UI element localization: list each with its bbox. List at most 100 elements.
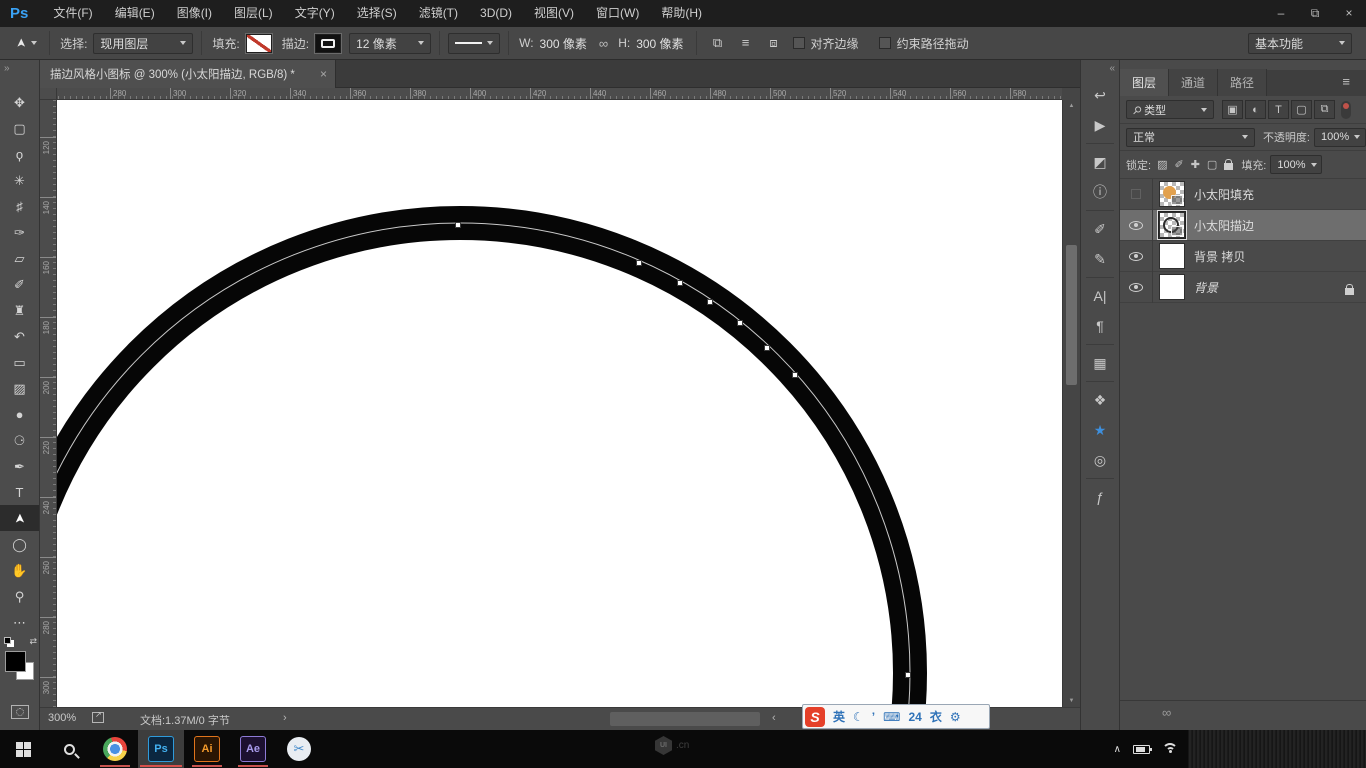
battery-icon[interactable] xyxy=(1133,745,1150,754)
layer-filter-type-dropdown[interactable]: ⚲类型 xyxy=(1126,100,1214,119)
panel-tab[interactable]: 路径 xyxy=(1218,69,1267,96)
layer-name[interactable]: 小太阳填充 xyxy=(1194,186,1254,203)
brush-tool[interactable]: ✐ xyxy=(0,271,39,297)
path-anchor[interactable] xyxy=(636,260,642,266)
blur-tool[interactable]: ● xyxy=(0,401,39,427)
healing-brush-tool[interactable]: ▱ xyxy=(0,245,39,271)
link-layers-icon[interactable]: ∞ xyxy=(1162,705,1171,720)
menu-item[interactable]: 选择(S) xyxy=(346,0,408,27)
menu-item[interactable]: 图像(I) xyxy=(166,0,223,27)
dodge-tool[interactable]: ⚆ xyxy=(0,427,39,453)
ellipse-tool[interactable]: ◯ xyxy=(0,531,39,557)
styles-icon[interactable]: ƒ xyxy=(1081,485,1119,509)
menu-item[interactable]: 窗口(W) xyxy=(585,0,650,27)
marquee-tool[interactable]: ▢ xyxy=(0,115,39,141)
select-mode-dropdown[interactable]: 现用图层 xyxy=(93,33,193,54)
eraser-tool[interactable]: ▭ xyxy=(0,349,39,375)
stroke-swatch[interactable] xyxy=(315,34,341,53)
behance-icon[interactable]: ◎ xyxy=(1081,448,1119,472)
path-anchor[interactable] xyxy=(455,222,461,228)
path-anchor[interactable] xyxy=(792,372,798,378)
lasso-tool[interactable]: ϙ xyxy=(0,141,39,167)
vertical-scroll-thumb[interactable] xyxy=(1066,245,1077,385)
3d-icon[interactable]: ◩ xyxy=(1081,150,1119,174)
paragraph-icon[interactable]: ¶ xyxy=(1081,314,1119,338)
menu-item[interactable]: 文字(Y) xyxy=(284,0,346,27)
stroke-style-dropdown[interactable] xyxy=(448,33,500,54)
ime-punctuation-icon[interactable]: ’ xyxy=(872,710,875,724)
history-icon[interactable]: ↩ xyxy=(1081,83,1119,107)
status-menu-arrow-icon[interactable]: › xyxy=(283,712,287,724)
share-icon[interactable]: ↗ xyxy=(92,712,104,723)
ime-english-mode[interactable]: 英 xyxy=(833,708,845,725)
lock-pixels-icon[interactable]: ✐ xyxy=(1174,158,1183,171)
menu-item[interactable]: 编辑(E) xyxy=(104,0,166,27)
sogou-logo-icon[interactable]: S xyxy=(805,707,825,727)
move-tool[interactable]: ✥ xyxy=(0,89,39,115)
layer-thumbnail[interactable] xyxy=(1159,212,1185,238)
eyedropper-tool[interactable]: ✑ xyxy=(0,219,39,245)
canvas[interactable] xyxy=(57,100,1062,707)
menu-item[interactable]: 滤镜(T) xyxy=(408,0,469,27)
fill-opacity-dropdown[interactable]: 100% xyxy=(1270,155,1322,174)
favorites-star-icon[interactable]: ★ xyxy=(1081,418,1119,442)
path-selection-tool[interactable]: ➤ xyxy=(0,505,39,531)
visibility-toggle[interactable] xyxy=(1120,272,1153,303)
constrain-path-checkbox[interactable]: 约束路径拖动 xyxy=(879,35,969,52)
ime-moon-icon[interactable]: ☾ xyxy=(853,710,864,724)
panel-tab[interactable]: 图层 xyxy=(1120,69,1169,96)
pen-tool[interactable]: ✒ xyxy=(0,453,39,479)
menu-item[interactable]: 图层(L) xyxy=(223,0,284,27)
hand-tool[interactable]: ✋ xyxy=(0,557,39,583)
ime-user-24-icon[interactable]: 24 xyxy=(908,710,921,724)
tool-presets-icon[interactable]: ✎ xyxy=(1081,247,1119,271)
panel-menu-icon[interactable]: ≡ xyxy=(1342,74,1350,93)
filter-type-layers-icon[interactable]: T xyxy=(1268,100,1289,119)
scroll-up-icon[interactable]: ▲ xyxy=(1063,103,1080,109)
start-button[interactable] xyxy=(0,730,46,768)
stroke-width-dropdown[interactable]: 12 像素 xyxy=(349,33,431,54)
lock-all-icon[interactable] xyxy=(1224,163,1233,170)
horizontal-scroll-thumb[interactable] xyxy=(610,712,760,726)
path-anchor[interactable] xyxy=(737,320,743,326)
layer-thumbnail[interactable] xyxy=(1159,274,1185,300)
height-value[interactable]: 300 像素 xyxy=(636,35,683,52)
glyphs-icon[interactable]: ▦ xyxy=(1081,351,1119,375)
close-button[interactable]: × xyxy=(1332,0,1366,27)
path-anchor[interactable] xyxy=(764,345,770,351)
current-tool-preview[interactable]: ➤ xyxy=(12,34,41,52)
close-tab-icon[interactable]: × xyxy=(320,67,327,81)
layer-row[interactable]: 背景 xyxy=(1120,272,1366,303)
document-tab[interactable]: 描边风格小图标 @ 300% (小太阳描边, RGB/8) * × xyxy=(40,60,336,88)
crop-tool[interactable]: ♯ xyxy=(0,193,39,219)
collapse-tools-icon[interactable]: » xyxy=(0,60,39,77)
ime-skin-icon[interactable]: 衣 xyxy=(930,708,942,725)
clone-stamp-tool[interactable]: ♜ xyxy=(0,297,39,323)
width-value[interactable]: 300 像素 xyxy=(540,35,587,52)
visibility-toggle[interactable] xyxy=(1120,179,1153,210)
visibility-toggle[interactable] xyxy=(1120,210,1153,241)
panel-tab[interactable]: 通道 xyxy=(1169,69,1218,96)
actions-icon[interactable]: ▶ xyxy=(1081,113,1119,137)
libraries-icon[interactable]: ❖ xyxy=(1081,388,1119,412)
layer-row[interactable]: 小太阳填充 xyxy=(1120,179,1366,210)
lock-position-icon[interactable]: ✚ xyxy=(1191,158,1200,171)
layer-thumbnail[interactable] xyxy=(1159,181,1185,207)
edit-toolbar-button[interactable]: ⋯ xyxy=(0,609,39,635)
filter-adjustment-layers-icon[interactable]: ◐ xyxy=(1245,100,1266,119)
info-icon[interactable]: ⓘ xyxy=(1081,180,1119,204)
layer-row[interactable]: 小太阳描边 xyxy=(1120,210,1366,241)
menu-item[interactable]: 文件(F) xyxy=(42,0,103,27)
path-alignment-button[interactable]: ≡ xyxy=(737,35,755,51)
path-anchor[interactable] xyxy=(905,672,911,678)
default-colors-icon[interactable] xyxy=(4,637,11,644)
collapse-dock-icon[interactable]: « xyxy=(1081,60,1119,77)
path-operations-button[interactable]: ⧉ xyxy=(709,35,727,51)
tray-chevron-icon[interactable]: ∧ xyxy=(1114,744,1121,755)
layer-row[interactable]: 背景 拷贝 xyxy=(1120,241,1366,272)
gradient-tool[interactable]: ▨ xyxy=(0,375,39,401)
character-icon[interactable]: A| xyxy=(1081,284,1119,308)
layer-name[interactable]: 背景 拷贝 xyxy=(1194,248,1245,265)
align-edges-checkbox[interactable]: 对齐边缘 xyxy=(793,35,859,52)
chrome-taskbar-button[interactable] xyxy=(92,730,138,768)
